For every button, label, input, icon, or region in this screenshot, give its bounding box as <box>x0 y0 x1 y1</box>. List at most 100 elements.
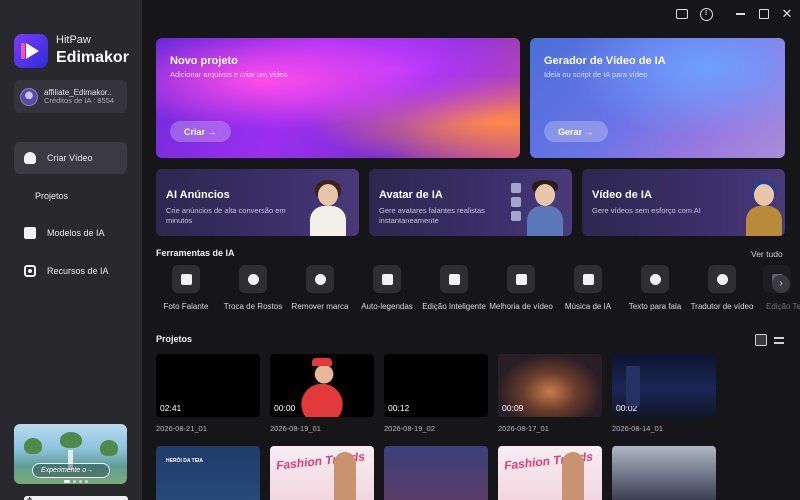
project-card[interactable]: Fashion Trends <box>270 446 374 500</box>
resources-icon <box>24 264 36 277</box>
tool-video-enhance[interactable]: Melhoria de vídeo <box>486 265 556 312</box>
brand: HitPaw Edimakor <box>14 34 129 68</box>
thumbnail-caption: HERÓI DA TEIA <box>166 458 204 464</box>
maximize-icon[interactable] <box>757 7 771 21</box>
sidebar-item-ai-templates[interactable]: Modelos de IA <box>14 217 127 249</box>
promo-banner[interactable]: Experimente o→ <box>14 424 127 484</box>
list-view-icon[interactable] <box>773 334 785 346</box>
project-date: 2026-08-17_01 <box>498 424 549 433</box>
tool-label: Auto-legendas <box>361 302 413 311</box>
sidebar-item-label: Criar Vídeo <box>47 153 93 163</box>
chevron-right-icon[interactable]: › <box>772 275 790 293</box>
ai-avatar-card[interactable]: Avatar de IA Gere avatares falantes real… <box>369 169 572 236</box>
create-button[interactable]: Criar → <box>170 121 231 142</box>
close-icon[interactable]: ✕ <box>780 7 794 21</box>
avatar-thumb <box>511 183 521 193</box>
project-duration: 00:00 <box>274 403 296 413</box>
project-date: 2026-08-14_01 <box>612 424 663 433</box>
project-card[interactable]: Fashion Trends <box>498 446 602 500</box>
tool-label: Edição Te <box>766 302 800 311</box>
help-icon[interactable] <box>699 7 713 21</box>
tool-label: Melhoria de vídeo <box>489 302 553 311</box>
project-thumbnail: 00:12 <box>384 354 488 417</box>
brand-top-text: HitPaw <box>56 34 91 47</box>
ai-credits: Créditos de IA : 8554 <box>44 95 115 105</box>
project-thumbnail: 02:41 <box>156 354 260 417</box>
project-thumbnail: 00:02 <box>612 354 716 417</box>
project-duration: 00:02 <box>616 403 638 413</box>
projects-title: Projetos <box>156 334 193 344</box>
watermark-remove-icon <box>314 273 326 285</box>
project-card[interactable]: 00:12 2026-08-19_02 <box>384 354 488 433</box>
ai-ads-card[interactable]: AI Anúncios Crie anúncios de alta conver… <box>156 169 359 236</box>
avatar-thumb <box>511 197 521 207</box>
ai-video-generator-card[interactable]: Gerador de Vídeo de IA Ideia ou script d… <box>530 38 785 158</box>
music-icon <box>582 273 594 285</box>
promo-try-button[interactable]: Experimente o→ <box>32 463 110 478</box>
ai-video-card[interactable]: Vídeo de IA Gere vídeos sem esforço com … <box>582 169 785 236</box>
feature-title: Avatar de IA <box>379 189 443 201</box>
project-card[interactable]: 00:02 2026-08-14_01 <box>612 354 716 433</box>
sidebar-item-label: Modelos de IA <box>47 228 105 238</box>
sidebar-item-label: Projetos <box>35 190 69 201</box>
grid-view-icon[interactable] <box>755 334 767 346</box>
model-silhouette-image <box>334 452 356 500</box>
sidebar-nav: Criar Vídeo Projetos Modelos de IA Recur… <box>14 142 128 500</box>
tts-icon <box>649 273 661 285</box>
tool-label: Música de IA <box>564 302 612 311</box>
sidebar-item-label: Recursos de IA <box>47 265 109 276</box>
sidebar-item-create-video[interactable]: Criar Vídeo <box>14 142 127 174</box>
video-icon <box>24 152 36 164</box>
tool-video-translator[interactable]: Tradutor de vídeo <box>687 265 757 312</box>
feature-subtitle: Crie anúncios de alta conversão em minut… <box>166 206 286 225</box>
tool-label: Foto Falante <box>163 302 209 311</box>
promo-image-island <box>60 432 82 448</box>
captions-icon <box>381 273 393 285</box>
sidebar-item-projects[interactable]: Projetos <box>14 180 128 500</box>
tool-label: Tradutor de vídeo <box>690 302 754 311</box>
model-silhouette-image <box>562 452 584 500</box>
feature-subtitle: Gere vídeos sem esforço com AI <box>592 206 701 215</box>
tool-text-to-speech[interactable]: Texto para fala <box>620 265 690 312</box>
project-card[interactable] <box>612 446 716 500</box>
tool-auto-captions[interactable]: Auto-legendas <box>352 265 422 312</box>
ai-video-generator-subtitle: Ideia ou script de IA para vídeo <box>544 70 648 79</box>
project-card[interactable]: 00:00 2026-08-19_01 <box>270 354 374 433</box>
project-duration: 00:12 <box>388 403 410 413</box>
folder-icon <box>24 494 128 500</box>
template-icon <box>24 227 36 239</box>
tool-smart-edit[interactable]: Edição Inteligente <box>419 265 489 312</box>
project-card[interactable]: HERÓI DA TEIA <box>156 446 260 500</box>
project-card[interactable]: 02:41 2026-08-21_01 <box>156 354 260 433</box>
portrait-image <box>744 180 784 236</box>
project-date: 2026-08-19_02 <box>384 424 435 433</box>
tool-remove-watermark[interactable]: Remover marca <box>285 265 355 312</box>
see-all-link[interactable]: Ver tudo <box>751 249 783 259</box>
ai-video-generator-title: Gerador de Vídeo de IA <box>544 55 666 67</box>
minimize-icon[interactable] <box>733 7 747 21</box>
project-duration: 02:41 <box>160 403 182 413</box>
sidebar: HitPaw Edimakor affiliate_Edimakor.. Cré… <box>0 0 142 500</box>
project-card[interactable] <box>384 446 488 500</box>
feedback-icon[interactable] <box>675 7 689 21</box>
carousel-dots[interactable] <box>64 480 88 483</box>
tool-talking-photo[interactable]: Foto Falante <box>151 265 221 312</box>
generate-button[interactable]: Gerar → <box>544 121 608 142</box>
project-card[interactable]: 00:09 2026-08-17_01 <box>498 354 602 433</box>
feature-title: AI Anúncios <box>166 189 230 201</box>
tool-ai-music[interactable]: Música de IA <box>553 265 623 312</box>
edimakor-logo-icon <box>14 34 48 68</box>
new-project-title: Novo projeto <box>170 55 238 67</box>
sidebar-item-ai-resources[interactable]: Recursos de IA <box>14 255 127 287</box>
new-project-card[interactable]: Novo projeto Adicionar arquivos e criar … <box>156 38 520 158</box>
translate-icon <box>716 273 728 285</box>
talking-photo-icon <box>180 273 192 285</box>
avatar <box>20 87 38 106</box>
tool-face-swap[interactable]: Troca de Rostos <box>218 265 288 312</box>
user-account-card[interactable]: affiliate_Edimakor.. Créditos de IA : 85… <box>14 80 127 113</box>
project-duration: 00:09 <box>502 403 524 413</box>
avatar-thumb <box>511 211 521 221</box>
project-thumbnail: 00:00 <box>270 354 374 417</box>
project-date: 2026-08-21_01 <box>156 424 207 433</box>
avatar-man-image <box>525 180 565 236</box>
